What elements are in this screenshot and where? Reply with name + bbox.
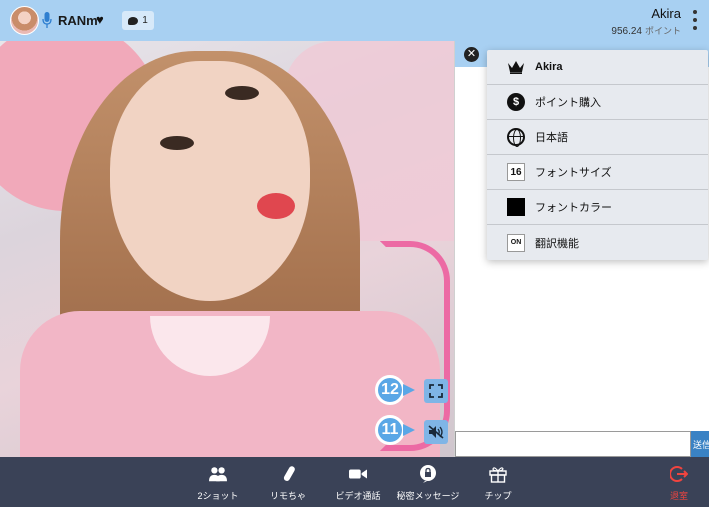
menu-item-font-color[interactable]: フォントカラー bbox=[487, 190, 708, 225]
remote-toy-icon bbox=[279, 465, 297, 483]
points-value: 956.24 bbox=[611, 26, 642, 37]
user-name: Akira bbox=[651, 6, 681, 21]
send-button[interactable]: 送信 bbox=[691, 431, 709, 457]
menu-item-label: 日本語 bbox=[535, 132, 568, 144]
exit-button[interactable]: 退室 bbox=[664, 457, 694, 507]
close-icon[interactable]: ✕ bbox=[464, 47, 479, 62]
viewer-count-badge: 1 bbox=[122, 11, 154, 30]
viewer-count: 1 bbox=[142, 15, 148, 26]
video-camera-icon bbox=[349, 465, 367, 483]
menu-item-label: Akira bbox=[535, 61, 563, 73]
gift-icon bbox=[489, 465, 507, 483]
toolbar-label: 退室 bbox=[669, 491, 688, 501]
translate-on-icon: ON bbox=[507, 233, 525, 252]
font-size-icon: 16 bbox=[507, 163, 525, 181]
callout-mute: 11 bbox=[375, 415, 415, 445]
remote-toy-button[interactable]: リモちゃ bbox=[264, 457, 312, 507]
bottom-toolbar: 2ショット リモちゃ ビデオ通話 秘密メッセージ チップ 退室 bbox=[0, 457, 709, 507]
menu-item-label: フォントカラー bbox=[535, 202, 612, 214]
dollar-coin-icon: $ bbox=[507, 93, 525, 111]
microphone-icon bbox=[42, 12, 52, 28]
menu-item-language[interactable]: 日本語 bbox=[487, 120, 708, 155]
menu-item-buy-points[interactable]: $ ポイント購入 bbox=[487, 85, 708, 120]
toolbar-label: 2ショット bbox=[197, 491, 239, 501]
menu-item-label: ポイント購入 bbox=[535, 97, 601, 109]
secret-message-button[interactable]: 秘密メッセージ bbox=[394, 457, 462, 507]
two-people-icon bbox=[209, 465, 227, 483]
menu-item-translation[interactable]: ON 翻訳機能 bbox=[487, 225, 708, 260]
toolbar-label: チップ bbox=[484, 491, 512, 501]
exit-icon bbox=[670, 465, 688, 483]
tip-button[interactable]: チップ bbox=[480, 457, 516, 507]
lock-bubble-icon bbox=[419, 465, 437, 483]
speaker-muted-icon bbox=[428, 425, 444, 439]
performer-avatar[interactable] bbox=[10, 6, 39, 35]
menu-item-label: 翻訳機能 bbox=[535, 237, 579, 250]
menu-item-font-size[interactable]: 16 フォントサイズ bbox=[487, 155, 708, 190]
fullscreen-icon bbox=[429, 384, 443, 398]
menu-item-label: フォントサイズ bbox=[535, 167, 612, 179]
top-header: RANm ♥ 1 Akira 956.24 ポイント bbox=[0, 0, 709, 41]
settings-dropdown-menu: Akira $ ポイント購入 日本語 16 フォントサイズ フォントカラー ON… bbox=[487, 50, 708, 260]
toolbar-label: ビデオ通話 bbox=[335, 491, 381, 501]
crown-icon bbox=[507, 58, 525, 76]
toolbar-label: リモちゃ bbox=[269, 491, 306, 501]
two-shot-button[interactable]: 2ショット bbox=[193, 457, 243, 507]
font-color-icon bbox=[507, 198, 525, 216]
chat-message-input[interactable] bbox=[455, 431, 691, 457]
user-points: 956.24 ポイント bbox=[611, 24, 681, 37]
points-unit: ポイント bbox=[644, 26, 681, 36]
mute-button[interactable] bbox=[424, 420, 448, 444]
toolbar-label: 秘密メッセージ bbox=[396, 491, 460, 501]
heart-icon[interactable]: ♥ bbox=[96, 13, 104, 26]
more-menu-icon[interactable] bbox=[693, 10, 697, 30]
video-call-button[interactable]: ビデオ通話 bbox=[330, 457, 386, 507]
chat-bubble-icon bbox=[128, 16, 139, 25]
globe-icon bbox=[507, 128, 525, 147]
video-stream[interactable]: 12 11 bbox=[0, 41, 454, 457]
fullscreen-button[interactable] bbox=[424, 379, 448, 403]
performer-name[interactable]: RANm bbox=[58, 13, 98, 28]
callout-fullscreen: 12 bbox=[375, 375, 415, 405]
menu-item-account[interactable]: Akira bbox=[487, 50, 708, 85]
